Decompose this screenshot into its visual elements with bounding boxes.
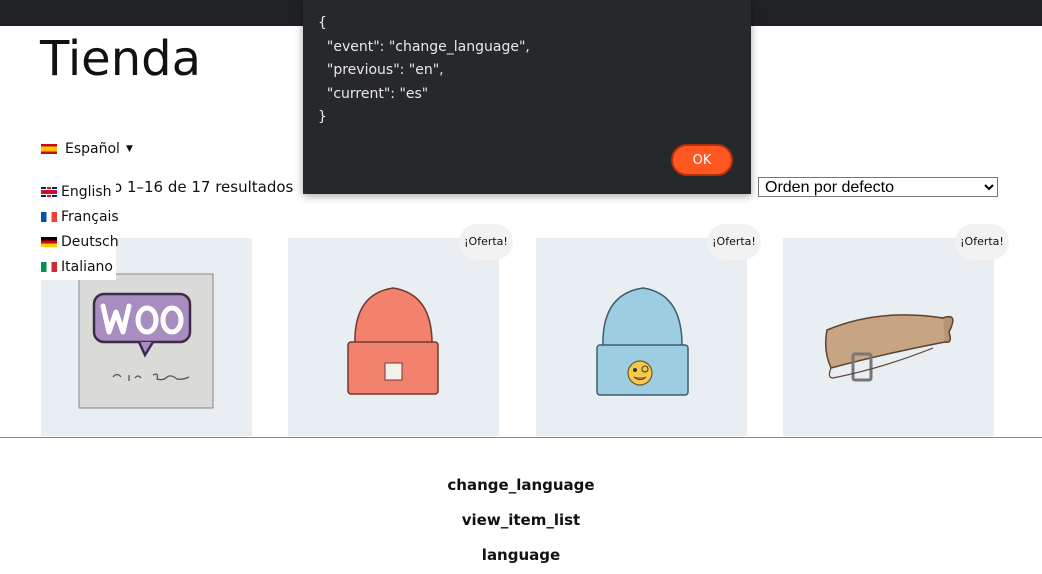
page-title: Tienda <box>40 31 202 87</box>
sale-badge: ¡Oferta! <box>459 224 513 260</box>
language-option-label: Italiano <box>61 259 113 275</box>
sale-badge: ¡Oferta! <box>955 224 1009 260</box>
event-item: view_item_list <box>461 511 581 529</box>
language-option-label: English <box>61 184 112 200</box>
leather-belt-image <box>824 314 954 382</box>
italy-flag-icon <box>41 262 57 272</box>
germany-flag-icon <box>41 237 57 247</box>
results-count: o 1–16 de 17 resultados <box>113 178 294 196</box>
language-menu: English Français Deutsch Italiano <box>40 180 119 280</box>
language-switcher[interactable]: Español ▼ <box>41 141 133 157</box>
france-flag-icon <box>41 212 57 222</box>
event-item: language <box>481 546 561 564</box>
spain-flag-icon <box>41 144 57 154</box>
alert-dialog: { "event": "change_language", "previous"… <box>303 0 751 194</box>
language-option-label: Deutsch <box>61 234 119 250</box>
event-list: change_language view_item_list language <box>0 468 1042 573</box>
product-card[interactable] <box>536 238 747 436</box>
product-card[interactable] <box>288 238 499 436</box>
dialog-message: { "event": "change_language", "previous"… <box>318 15 530 125</box>
orange-beanie-image <box>347 287 439 395</box>
uk-flag-icon <box>41 187 57 197</box>
section-divider <box>0 437 1042 438</box>
language-option-german[interactable]: Deutsch <box>40 230 119 255</box>
language-option-french[interactable]: Français <box>40 205 119 230</box>
ok-button[interactable]: OK <box>671 144 733 176</box>
sale-badge: ¡Oferta! <box>707 224 761 260</box>
product-card[interactable] <box>783 238 994 436</box>
blue-beanie-image <box>596 287 689 396</box>
orderby-select[interactable]: Orden por defecto <box>758 177 998 197</box>
event-item: change_language <box>447 476 595 494</box>
language-option-italian[interactable]: Italiano <box>40 255 116 280</box>
language-option-english[interactable]: English <box>40 180 116 205</box>
caret-down-icon: ▼ <box>125 144 133 154</box>
current-language-label: Español <box>65 141 120 157</box>
language-option-label: Français <box>61 209 119 225</box>
